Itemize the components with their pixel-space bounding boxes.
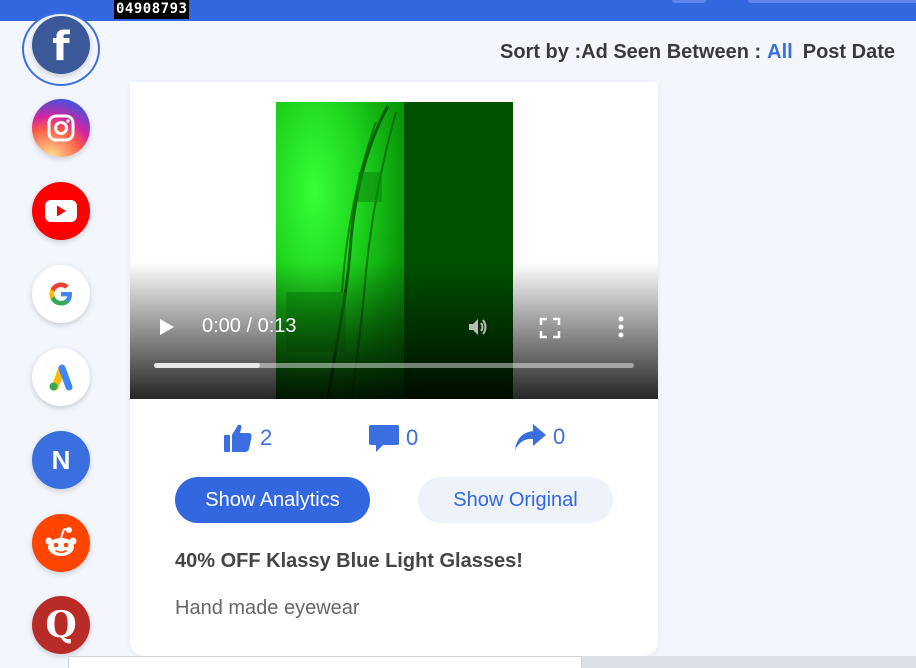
- youtube-glyph: [45, 200, 77, 222]
- facebook-letter: f: [52, 24, 70, 70]
- google-glyph: [49, 282, 72, 306]
- volume-icon[interactable]: [466, 315, 490, 344]
- instagram-icon[interactable]: [32, 99, 90, 157]
- more-options-icon[interactable]: [616, 315, 626, 344]
- thumbs-up-icon: [224, 424, 252, 452]
- native-ads-icon[interactable]: N: [32, 431, 90, 489]
- google-ads-glyph: [49, 364, 73, 391]
- play-icon[interactable]: [158, 317, 176, 342]
- shares-stat[interactable]: 0: [513, 422, 565, 452]
- reddit-icon[interactable]: [32, 514, 90, 572]
- share-icon: [515, 424, 546, 450]
- instagram-glyph: [47, 114, 75, 142]
- comments-count: 0: [406, 425, 419, 450]
- sort-label: Sort by :: [500, 41, 582, 63]
- google-ads-icon[interactable]: [32, 348, 90, 406]
- google-icon[interactable]: [32, 265, 90, 323]
- native-letter: N: [51, 444, 71, 475]
- platform-sidebar: f N Q: [0, 0, 120, 668]
- quora-letter: Q: [45, 604, 77, 646]
- comments-stat[interactable]: 0: [368, 422, 418, 454]
- bottom-panel: [68, 656, 582, 668]
- facebook-icon[interactable]: f: [32, 16, 90, 74]
- ad-seen-filter-all[interactable]: All: [767, 41, 793, 63]
- show-original-button[interactable]: Show Original: [418, 477, 613, 523]
- youtube-icon[interactable]: [32, 182, 90, 240]
- likes-stat[interactable]: 2: [222, 422, 272, 454]
- ad-description: Hand made eyewear: [175, 597, 360, 619]
- video-time: 0:00 / 0:13: [202, 315, 297, 337]
- top-bar: 04908793: [0, 0, 916, 21]
- id-tag: 04908793: [114, 0, 190, 19]
- ad-title: 40% OFF Klassy Blue Light Glasses!: [175, 550, 523, 572]
- video-player[interactable]: 0:00 / 0:13: [130, 82, 658, 399]
- sort-bar: Sort by :Ad Seen Between : All Post Date: [500, 41, 895, 64]
- reddit-glyph: [45, 527, 77, 556]
- comment-icon: [369, 425, 399, 452]
- top-bar-tab[interactable]: [672, 0, 706, 3]
- shares-count: 0: [553, 424, 566, 449]
- post-date-filter[interactable]: Post Date: [803, 41, 895, 63]
- quora-icon[interactable]: Q: [32, 596, 90, 654]
- top-bar-tab[interactable]: [748, 0, 916, 3]
- ad-seen-label: Ad Seen Between :: [581, 41, 762, 63]
- likes-count: 2: [260, 425, 273, 450]
- video-progress-bar[interactable]: [154, 363, 634, 368]
- fullscreen-icon[interactable]: [539, 317, 561, 344]
- video-progress-fill: [154, 363, 260, 368]
- bottom-panel-right: [582, 656, 916, 668]
- ad-card: 0:00 / 0:13 2 0 0 Show Analytics Show Or…: [130, 82, 658, 656]
- show-analytics-button[interactable]: Show Analytics: [175, 477, 370, 523]
